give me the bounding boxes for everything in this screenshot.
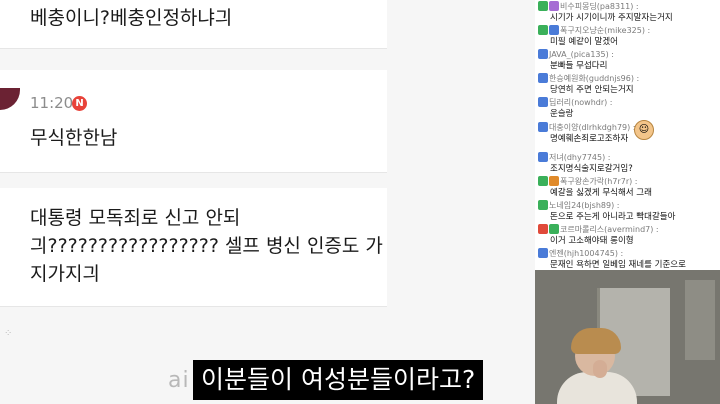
subtitle-caption: 이분들이 여성분들이라고? [193,360,484,400]
user-badge-icon [538,49,548,59]
chat-username[interactable]: 코르마롤리스(avermind7) : [560,225,659,234]
chat-username[interactable]: 저녀(dhy7745) : [549,153,610,162]
chat-message: 엔젠(hjh1004745) : 문재인 욕하면 일베임 재네를 기준으로 [538,248,718,270]
webcam-feed [535,270,720,404]
fan-badge-icon [549,176,559,186]
user-badge-icon [538,248,548,258]
streamer-hair [571,328,621,354]
user-badge-icon [538,25,548,35]
chat-username[interactable]: 비수피몽딩(pa8311) : [560,2,639,11]
new-badge-icon: N [72,96,87,111]
comment-feed: 베충이니?베충인정하냐긔 11:20 N 무식한한남 대통령 모독죄로 신고 안… [0,0,535,404]
chat-message: 비수피몽딩(pa8311) : 시기가 시기이니까 주지말자는거지 [538,1,718,24]
chat-text: 문재인 욕하면 일베임 재네를 기준으로 [550,260,686,270]
chat-text: 시기가 시기이니까 주지말자는거지 [550,13,673,23]
chat-text: 운슬랑 [550,109,574,119]
chat-username[interactable]: JAVA_(pica135) : [549,50,614,59]
chat-text: 당연히 주면 안되는거지 [550,85,634,95]
grip-icon: ⁘ [4,328,13,339]
comment-card[interactable] [0,70,387,172]
chat-message: 저녀(dhy7745) : 조지명식술지로갈거임? [538,152,718,175]
user-badge-icon [538,1,548,11]
comment-text-line: 대통령 모독죄로 신고 안되 [30,207,241,229]
user-badge-icon [538,73,548,83]
chat-text: 이거 고소해야돼 롱이형 [550,236,634,246]
chat-message: 노네임24(bjsh89) : 돈으로 주는게 아니라고 빡대갈들아 [538,200,718,223]
chat-username[interactable]: 노네임24(bjsh89) : [549,201,619,210]
chat-text: 돈으로 주는게 아니라고 빡대갈들아 [550,212,676,222]
user-badge-icon [538,122,548,132]
chat-username[interactable]: 한승예원화(guddnjs96) : [549,74,639,83]
chat-text: 미필 예같이 말겠어 [550,37,618,47]
user-badge-icon [538,200,548,210]
comment-text-line: 지가지긔 [30,263,100,285]
divider [0,48,387,49]
chat-username[interactable]: 딥러리(nowhdr) : [549,98,613,107]
divider [0,306,387,307]
chat-text: 명예훼손죄로고조하자 [550,134,629,144]
user-badge-icon [538,176,548,186]
chat-text: 예갈을 싫겠게 무식해서 그래 [550,188,652,198]
user-badge-icon [538,152,548,162]
comment-time: 11:20 [30,94,74,112]
chat-message: 코르마롤리스(avermind7) : 이거 고소해야돼 롱이형 [538,224,718,247]
chat-text: 분빠들 무섭다리 [550,61,608,71]
comment-card[interactable]: 베충이니?베충인정하냐긔 [0,0,387,48]
user-badge-icon [538,97,548,107]
fan-badge-icon [549,224,559,234]
chat-message: 폭구지오냥순(mike325) : 미필 예같이 말겠어 [538,25,718,48]
chat-username[interactable]: 엔젠(hjh1004745) : [549,249,623,258]
chat-message: 딥러리(nowhdr) : 운슬랑 [538,97,718,120]
user-badge-icon [538,224,548,234]
chat-username[interactable]: 폭구왕손가락(h7r7r) : [560,177,637,186]
chat-message: JAVA_(pica135) : 분빠들 무섭다리 [538,49,718,72]
comment-text-line: 긔????????????????? 셀프 병신 인증도 가 [30,235,383,257]
chat-message: 폭구왕손가락(h7r7r) : 예갈을 싫겠게 무식해서 그래 [538,176,718,199]
webcam-wall-panel [685,280,715,360]
comment-text: 베충이니?베충인정하냐긔 [30,7,233,29]
fan-badge-icon [549,25,559,35]
comment-text: 무식한한남 [30,127,118,149]
fan-badge-icon [549,1,559,11]
divider [0,172,387,173]
emote-icon: ☺ [634,120,654,140]
chat-username[interactable]: 폭구지오냥순(mike325) : [560,26,650,35]
streamer-hand [593,360,607,378]
chat-message: 한승예원화(guddnjs96) : 당연히 주면 안되는거지 [538,73,718,96]
watermark: ai [168,368,190,393]
chat-username[interactable]: 대충이양(dlrhkdgh79) : [549,123,635,132]
chat-text: 조지명식술지로갈거임? [550,164,633,174]
chat-message: 대충이양(dlrhkdgh79) : 명예훼손죄로고조하자 ☺ [538,120,718,145]
stream-chat: 비수피몽딩(pa8311) : 시기가 시기이니까 주지말자는거지 폭구지오냥순… [535,0,720,270]
